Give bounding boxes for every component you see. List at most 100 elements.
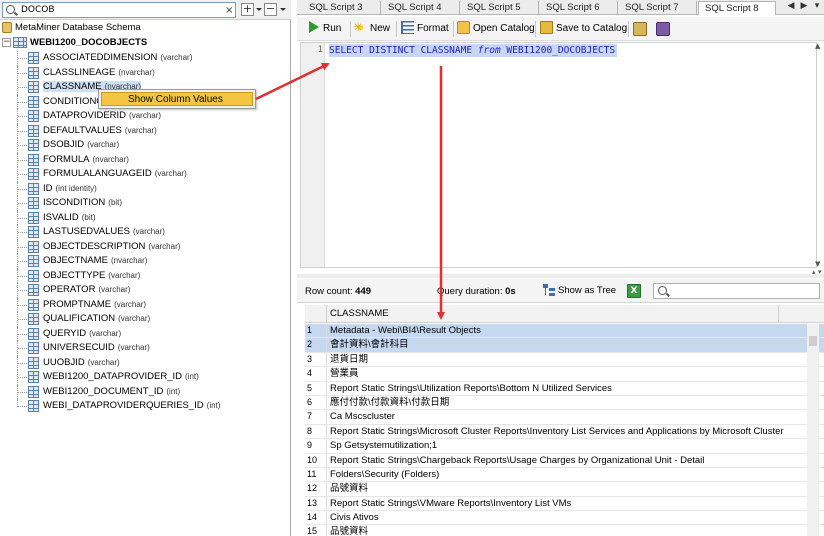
sql-editor[interactable]: 1 SELECT DISTINCT CLASSNAME from WEBI120… bbox=[300, 42, 817, 268]
column-type: (varchar) bbox=[154, 169, 187, 178]
tree-column-item[interactable]: QUALIFICATION (varchar) bbox=[0, 312, 291, 327]
expand-all-button[interactable]: + bbox=[241, 3, 254, 16]
table-row[interactable]: 5 Report Static Strings\Utilization Repor… bbox=[305, 381, 824, 396]
line-number: 1 bbox=[317, 45, 323, 55]
table-row[interactable]: 11 Folders\Security (Folders) bbox=[305, 467, 824, 483]
table-row[interactable]: 15 品號資料 bbox=[305, 525, 824, 536]
tab-scroll-left-icon[interactable]: ◀ bbox=[785, 1, 797, 14]
results-toolbar: Row count: 449 Query duration: 0s Show a… bbox=[297, 279, 824, 303]
open-catalog-icon bbox=[457, 20, 470, 34]
tree-column-item[interactable]: LASTUSEDVALUES (varchar) bbox=[0, 225, 291, 240]
tab-sql-script-3[interactable]: SQL Script 3 bbox=[303, 1, 381, 15]
pane-splitter[interactable] bbox=[297, 274, 824, 278]
tree-column-item[interactable]: DSOBJID (varchar) bbox=[0, 138, 291, 153]
tree-column-item[interactable]: OBJECTDESCRIPTION (varchar) bbox=[0, 239, 291, 254]
grid-scrollbar[interactable] bbox=[807, 324, 819, 536]
tab-sql-script-8[interactable]: SQL Script 8 bbox=[698, 1, 776, 15]
tab-sql-script-5[interactable]: SQL Script 5 bbox=[461, 1, 539, 15]
column-icon bbox=[28, 153, 39, 166]
new-button[interactable]: New bbox=[353, 18, 390, 38]
tree-column-item[interactable]: OPERATOR (varchar) bbox=[0, 283, 291, 298]
scroll-thumb[interactable] bbox=[809, 336, 817, 346]
column-name: DEFAULTVALUES bbox=[43, 124, 122, 136]
table-row[interactable]: 9 Sp Getsystemutilization;1 bbox=[305, 439, 824, 454]
export-excel-icon[interactable]: X bbox=[627, 284, 641, 298]
tree-root[interactable]: MetaMiner Database Schema bbox=[2, 22, 141, 36]
table-row[interactable]: 6 應付付款\付款資料\付款日期 bbox=[305, 395, 824, 411]
tree-table-node[interactable]: − WEBI1200_DOCOBJECTS bbox=[2, 37, 147, 51]
tree-column-item[interactable]: ID (int identity) bbox=[0, 181, 291, 196]
tree-column-item[interactable]: DATAPROVIDERID (varchar) bbox=[0, 109, 291, 124]
tree-column-item[interactable]: OBJECTTYPE (varchar) bbox=[0, 268, 291, 283]
collapse-dropdown-icon[interactable] bbox=[280, 8, 286, 11]
sql-column-name: CLASSNAME bbox=[420, 45, 473, 56]
tree-column-item[interactable]: UUOBJID (varchar) bbox=[0, 355, 291, 370]
tab-list-icon[interactable]: ▾ bbox=[811, 1, 823, 14]
tree-column-item[interactable]: UNIVERSECUID (varchar) bbox=[0, 341, 291, 356]
tree-column-item[interactable]: ISVALID (bit) bbox=[0, 210, 291, 225]
tree-column-item[interactable]: OBJECTNAME (nvarchar) bbox=[0, 254, 291, 269]
tab-sql-script-7[interactable]: SQL Script 7 bbox=[619, 1, 697, 15]
tree-column-item[interactable]: CLASSLINEAGE (nvarchar) bbox=[0, 65, 291, 80]
results-search-input[interactable] bbox=[653, 283, 820, 299]
tree-column-item[interactable]: ASSOCIATEDDIMENSION (varchar) bbox=[0, 51, 291, 66]
column-type: (varchar) bbox=[129, 111, 162, 120]
table-row[interactable]: 7 Ca Mscscluster bbox=[305, 410, 824, 425]
collapse-toggle-icon[interactable]: − bbox=[2, 38, 11, 47]
tree-column-item[interactable]: ISCONDITION (bit) bbox=[0, 196, 291, 211]
row-number: 14 bbox=[305, 511, 327, 525]
tree-column-item[interactable]: QUERYID (varchar) bbox=[0, 326, 291, 341]
table-row[interactable]: 10 Report Static Strings\Chargeback Repor… bbox=[305, 453, 824, 468]
table-row[interactable]: 1 Metadata - Webi\BI4\Result Objects bbox=[305, 324, 824, 339]
search-icon bbox=[6, 5, 15, 14]
tree-column-item[interactable]: DEFAULTVALUES (varchar) bbox=[0, 123, 291, 138]
run-button[interactable]: Run bbox=[309, 20, 341, 38]
schema-search-input[interactable] bbox=[21, 4, 221, 16]
column-name: FORMULA bbox=[43, 153, 90, 165]
table-row[interactable]: 12 品號資料 bbox=[305, 482, 824, 497]
expand-dropdown-icon[interactable] bbox=[256, 8, 262, 11]
open-catalog-button[interactable]: Open Catalog bbox=[457, 20, 535, 38]
column-type: (varchar) bbox=[87, 140, 120, 149]
schema-search-box[interactable]: × bbox=[2, 2, 236, 18]
tree-column-item[interactable]: WEBI_DATAPROVIDERQUERIES_ID (int) bbox=[0, 399, 291, 414]
row-count-label: Row count: bbox=[305, 286, 353, 297]
tree-column-label: DEFAULTVALUES (varchar) bbox=[43, 125, 157, 136]
editor-scroll-up-icon[interactable]: ▲ bbox=[815, 42, 820, 50]
show-column-values-menu-item[interactable]: Show Column Values bbox=[101, 92, 253, 106]
tab-sql-script-4[interactable]: SQL Script 4 bbox=[382, 1, 460, 15]
table-row[interactable]: 3 退貨日期 bbox=[305, 352, 824, 368]
open-file-icon[interactable] bbox=[633, 22, 647, 36]
tree-column-label: ASSOCIATEDDIMENSION (varchar) bbox=[43, 52, 192, 63]
column-header-classname[interactable]: CLASSNAME bbox=[330, 308, 389, 319]
table-row[interactable]: 13 Report Static Strings\VMware Reports\I… bbox=[305, 496, 824, 512]
save-file-icon[interactable] bbox=[656, 22, 670, 36]
tab-sql-script-6[interactable]: SQL Script 6 bbox=[540, 1, 618, 15]
new-icon bbox=[353, 18, 367, 36]
column-name: ID bbox=[43, 182, 53, 194]
tree-column-label: UUOBJID (varchar) bbox=[43, 357, 120, 368]
tree-column-item[interactable]: FORMULALANGUAGEID (varchar) bbox=[0, 167, 291, 182]
column-icon bbox=[28, 255, 39, 267]
sql-keyword-select: SELECT bbox=[329, 45, 364, 56]
tree-column-item[interactable]: FORMULA (nvarchar) bbox=[0, 152, 291, 167]
row-number: 6 bbox=[305, 395, 327, 410]
tree-column-item[interactable]: WEBI1200_DATAPROVIDER_ID (int) bbox=[0, 370, 291, 385]
sql-text-line[interactable]: SELECT DISTINCT CLASSNAME from WEBI1200_… bbox=[329, 44, 618, 57]
show-as-tree-button[interactable]: Show as Tree bbox=[543, 283, 616, 299]
table-icon bbox=[13, 37, 27, 48]
editor-scroll-down-icon[interactable]: ▼ bbox=[815, 260, 820, 268]
clear-search-icon[interactable]: × bbox=[225, 5, 233, 16]
table-row[interactable]: 14 Civis Ativos bbox=[305, 511, 824, 526]
tree-column-item[interactable]: WEBI1200_DOCUMENT_ID (int) bbox=[0, 384, 291, 399]
table-row[interactable]: 2 會計資料\會計科目 bbox=[305, 338, 824, 353]
collapse-all-button[interactable]: − bbox=[264, 3, 277, 16]
table-row[interactable]: 8 Report Static Strings\Microsoft Cluster… bbox=[305, 424, 824, 440]
tab-scroll-right-icon[interactable]: ▶ bbox=[798, 1, 810, 14]
column-icon bbox=[28, 371, 39, 383]
save-to-catalog-button[interactable]: Save to Catalog bbox=[540, 20, 627, 38]
format-button[interactable]: Format bbox=[401, 20, 449, 38]
sql-keyword-from: from bbox=[477, 45, 501, 56]
table-row[interactable]: 4 營業員 bbox=[305, 367, 824, 382]
tree-column-item[interactable]: PROMPTNAME (varchar) bbox=[0, 297, 291, 312]
